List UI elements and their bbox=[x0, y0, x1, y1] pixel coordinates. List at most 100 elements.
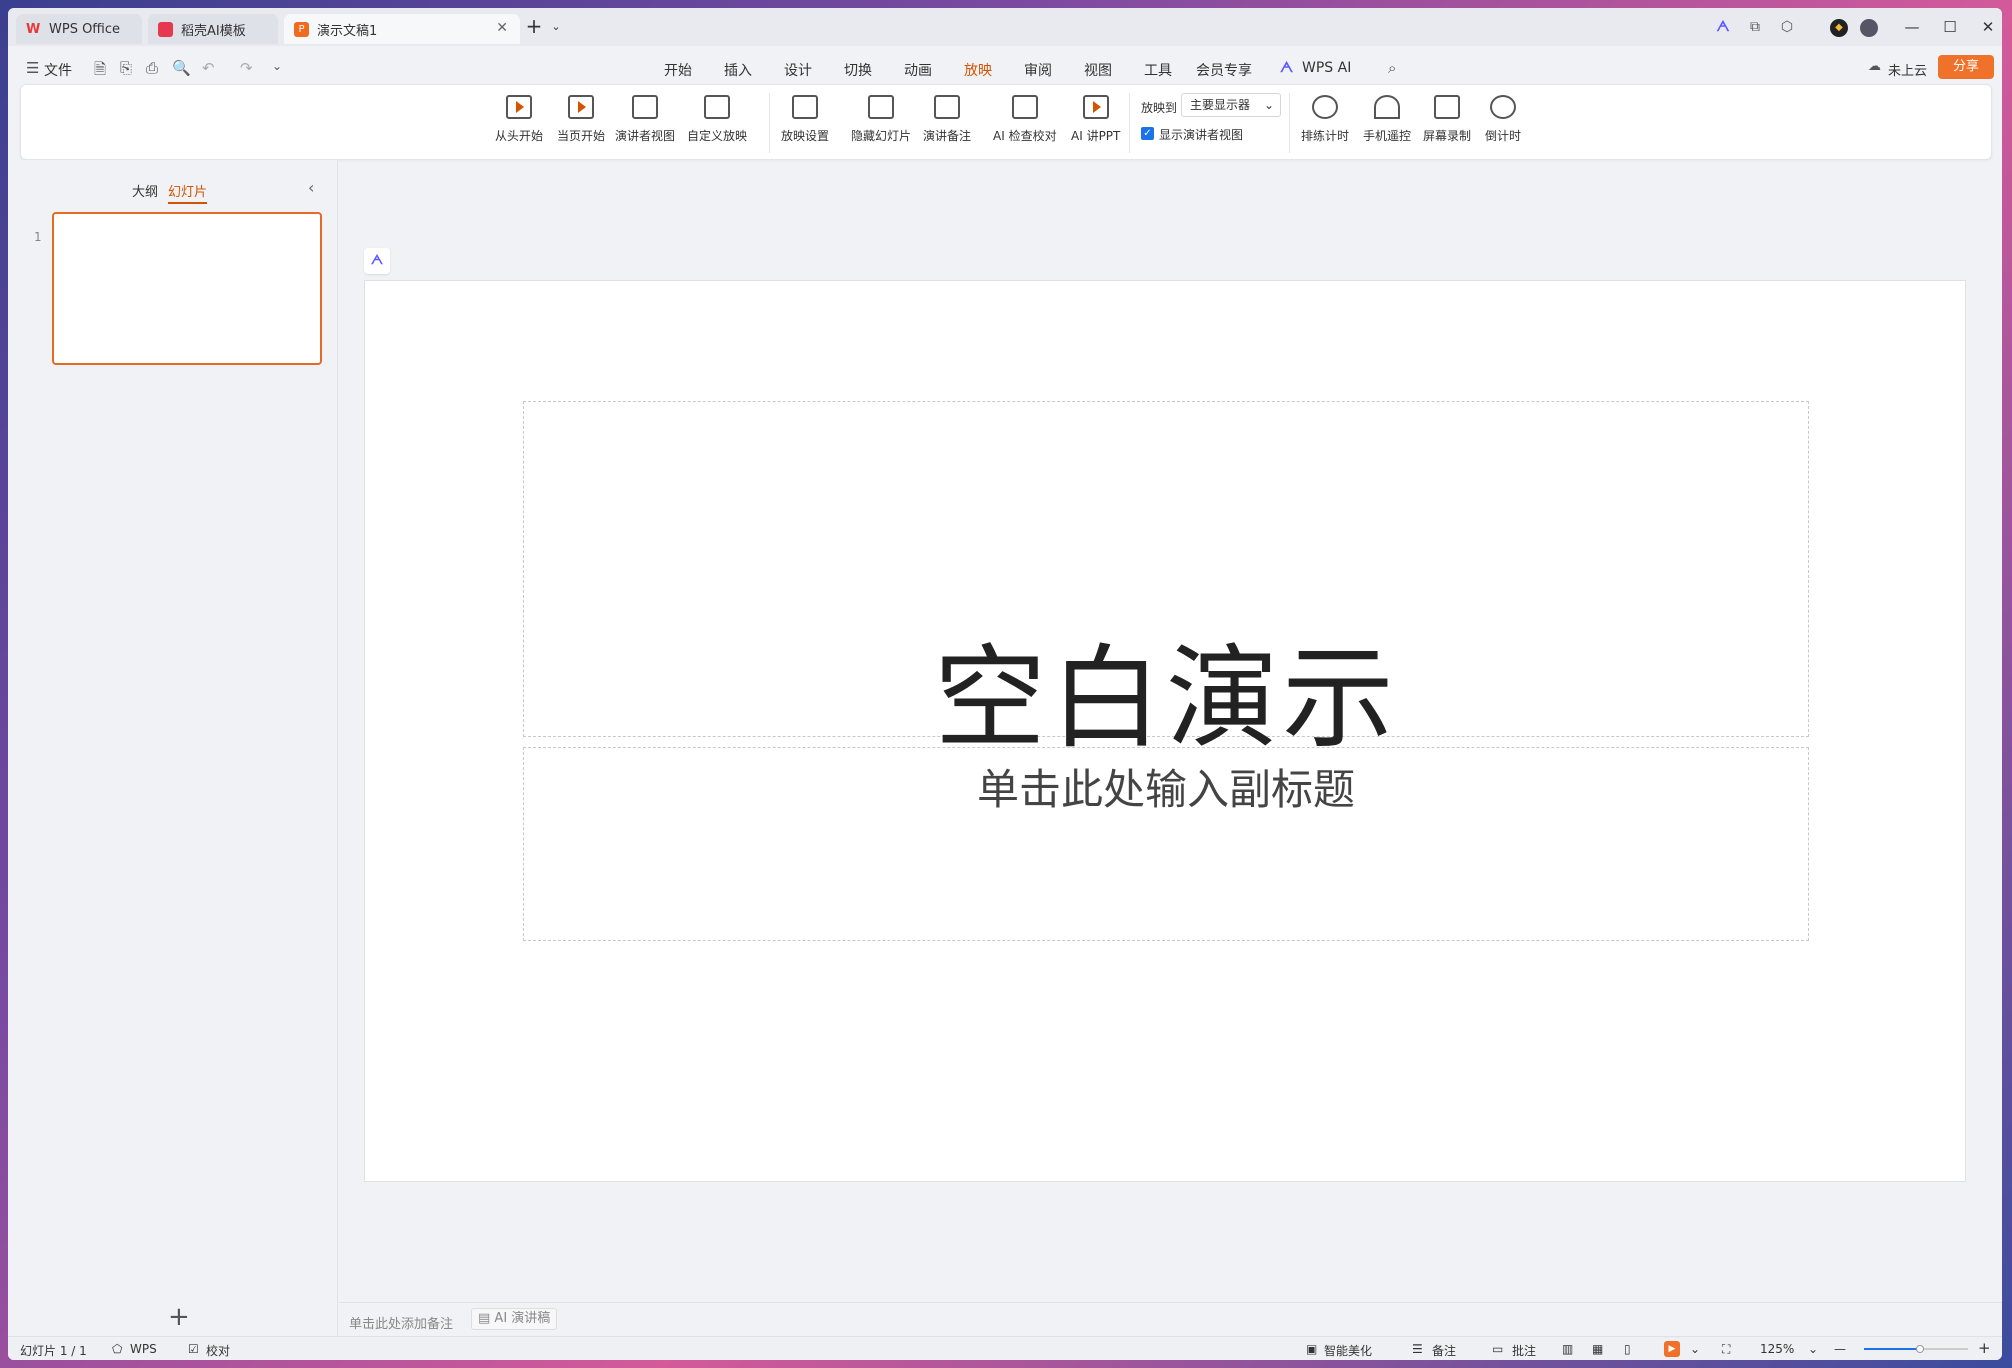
tab-outline[interactable]: 大纲 bbox=[132, 181, 158, 200]
tab-ai-templates[interactable]: 稻壳AI模板 bbox=[148, 14, 278, 44]
zoom-level[interactable]: 125% bbox=[1760, 1342, 1794, 1356]
smart-beautify-button[interactable]: 智能美化 bbox=[1324, 1342, 1372, 1359]
chevron-down-icon[interactable]: ⌄ bbox=[546, 20, 566, 33]
new-tab-icon[interactable]: + bbox=[524, 14, 544, 38]
doc-icon: ▤ bbox=[478, 1311, 495, 1326]
ribbon-label: 演讲备注 bbox=[923, 129, 972, 143]
tab-presentation1[interactable]: P 演示文稿1 ✕ bbox=[284, 14, 520, 44]
settings-icon bbox=[792, 95, 818, 119]
wps-ai-logo-icon: ᗅ bbox=[1280, 60, 1294, 76]
tab-bar: W WPS Office 稻壳AI模板 P 演示文稿1 ✕ + ⌄ ᗅ ⧉ ⬡ … bbox=[8, 8, 2002, 46]
presenter-view-checkbox[interactable]: ✓ bbox=[1141, 127, 1154, 140]
menu-item-animation[interactable]: 动画 bbox=[904, 60, 932, 80]
ai-assistant-icon[interactable]: ᗅ bbox=[364, 248, 390, 274]
menu-item-review[interactable]: 审阅 bbox=[1024, 60, 1052, 80]
beautify-icon: ▣ bbox=[1306, 1342, 1318, 1356]
slide-subtitle: 单击此处输入副标题 bbox=[976, 765, 1355, 814]
phone-remote-button[interactable]: 手机遥控 bbox=[1363, 95, 1411, 144]
share-link-icon[interactable]: ⎘ bbox=[120, 59, 132, 77]
subtitle-placeholder[interactable]: 单击此处输入副标题 bbox=[523, 747, 1809, 941]
maximize-icon[interactable]: ☐ bbox=[1940, 18, 1960, 36]
custom-show-button[interactable]: 自定义放映 bbox=[687, 95, 747, 144]
play-slideshow-icon[interactable]: ▶ bbox=[1664, 1341, 1680, 1357]
start-from-beginning-button[interactable]: 从头开始 bbox=[495, 95, 543, 144]
save-icon[interactable]: 🗎 bbox=[94, 59, 106, 84]
redo-icon[interactable]: ↷ bbox=[240, 59, 253, 77]
slide-title: 空白演示 bbox=[934, 634, 1398, 764]
proof-icon: ☑ bbox=[188, 1342, 199, 1356]
title-placeholder[interactable]: 空白演示 bbox=[523, 401, 1809, 764]
timer-icon bbox=[1312, 95, 1338, 119]
reading-view-icon[interactable]: ▯ bbox=[1624, 1342, 1631, 1356]
sorter-view-icon[interactable]: ▦ bbox=[1592, 1342, 1603, 1356]
chevron-down-icon[interactable]: ⌄ bbox=[1690, 1342, 1700, 1356]
notes-toggle-button[interactable]: 备注 bbox=[1432, 1342, 1456, 1359]
rehearse-timing-button[interactable]: 排练计时 bbox=[1301, 95, 1349, 144]
search-icon[interactable]: ⌕ bbox=[1388, 59, 1396, 77]
ribbon-label: 手机遥控 bbox=[1363, 129, 1412, 143]
ribbon-label: 隐藏幻灯片 bbox=[851, 129, 912, 143]
presenter-view-check-label: 显示演讲者视图 bbox=[1159, 128, 1244, 142]
tab-label: 演示文稿1 bbox=[317, 23, 378, 39]
notes-bar: 单击此处添加备注 ▤ AI 演讲稿 bbox=[339, 1302, 2002, 1336]
slide-canvas[interactable]: 空白演示 单击此处输入副标题 bbox=[364, 280, 1966, 1182]
presenter-view-button[interactable]: 演讲者视图 bbox=[615, 95, 675, 144]
proof-status[interactable]: 校对 bbox=[206, 1342, 230, 1359]
close-tab-icon[interactable]: ✕ bbox=[496, 20, 508, 36]
ribbon-label: AI 检查校对 bbox=[993, 129, 1057, 143]
close-window-icon[interactable]: ✕ bbox=[1978, 18, 1998, 36]
undo-icon[interactable]: ↶ bbox=[202, 59, 215, 77]
chevron-down-icon[interactable]: ⌄ bbox=[1808, 1342, 1818, 1356]
file-menu[interactable]: 文件 bbox=[44, 60, 72, 80]
window-restore-icon[interactable]: ⧉ bbox=[1746, 19, 1764, 37]
display-select[interactable]: 主要显示器 ⌄ bbox=[1181, 93, 1281, 117]
slide-thumbnail[interactable] bbox=[52, 212, 322, 365]
normal-view-icon[interactable]: ▥ bbox=[1562, 1342, 1573, 1356]
ai-present-button[interactable]: AI 讲PPT bbox=[1071, 95, 1120, 144]
zoom-slider-handle[interactable] bbox=[1916, 1345, 1924, 1353]
slideshow-settings-button[interactable]: 放映设置 bbox=[781, 95, 829, 144]
menu-item-view[interactable]: 视图 bbox=[1084, 60, 1112, 80]
ai-script-button[interactable]: ▤ AI 演讲稿 bbox=[471, 1308, 558, 1330]
fit-window-icon[interactable]: ⛶ bbox=[1722, 1342, 1730, 1357]
menu-item-home[interactable]: 开始 bbox=[664, 60, 692, 80]
collapse-panel-icon[interactable]: ‹ bbox=[308, 178, 314, 197]
tab-slides[interactable]: 幻灯片 bbox=[168, 181, 208, 204]
menu-item-wps-ai[interactable]: WPS AI bbox=[1302, 60, 1351, 76]
slide-count: 幻灯片 1 / 1 bbox=[20, 1344, 87, 1358]
cloud-icon: ☁ bbox=[1868, 59, 1881, 74]
comment-button[interactable]: 批注 bbox=[1512, 1342, 1536, 1359]
cloud-status[interactable]: 未上云 bbox=[1888, 60, 1927, 79]
ai-proofread-button[interactable]: AI 检查校对 bbox=[993, 95, 1057, 144]
share-button[interactable]: 分享 bbox=[1938, 55, 1994, 79]
screen-record-button[interactable]: 屏幕录制 bbox=[1423, 95, 1471, 144]
zoom-in-icon[interactable]: + bbox=[1978, 1339, 1991, 1357]
menu-item-transition[interactable]: 切换 bbox=[844, 60, 872, 80]
hide-slide-button[interactable]: 隐藏幻灯片 bbox=[851, 95, 911, 144]
avatar[interactable] bbox=[1860, 19, 1878, 37]
menu-item-slideshow[interactable]: 放映 bbox=[964, 60, 992, 88]
wps-ai-icon[interactable]: ᗅ bbox=[1714, 19, 1732, 37]
menu-item-insert[interactable]: 插入 bbox=[724, 60, 752, 80]
add-slide-icon[interactable]: + bbox=[168, 1302, 190, 1332]
customize-icon[interactable]: ⌄ bbox=[272, 59, 282, 73]
print-icon[interactable]: ⎙ bbox=[146, 59, 158, 77]
zoom-slider[interactable] bbox=[1864, 1345, 1968, 1353]
menu-item-design[interactable]: 设计 bbox=[784, 60, 812, 80]
menu-item-member[interactable]: 会员专享 bbox=[1196, 60, 1252, 80]
badge-icon[interactable]: ◆ bbox=[1830, 19, 1848, 37]
menu-icon[interactable]: ☰ bbox=[26, 59, 39, 77]
wps-logo-icon: W bbox=[26, 21, 41, 37]
ribbon-label: 从头开始 bbox=[495, 129, 544, 143]
wps-status[interactable]: WPS bbox=[130, 1342, 157, 1356]
notes-placeholder[interactable]: 单击此处添加备注 bbox=[349, 1313, 453, 1332]
zoom-out-icon[interactable]: — bbox=[1834, 1342, 1846, 1356]
start-from-current-button[interactable]: 当页开始 bbox=[557, 95, 605, 144]
print-preview-icon[interactable]: 🔍 bbox=[172, 59, 191, 77]
tab-wps-office[interactable]: W WPS Office bbox=[16, 14, 142, 44]
speaker-notes-button[interactable]: 演讲备注 bbox=[923, 95, 971, 144]
cube-icon[interactable]: ⬡ bbox=[1778, 19, 1796, 37]
countdown-button[interactable]: 倒计时 bbox=[1485, 95, 1521, 144]
menu-item-tools[interactable]: 工具 bbox=[1144, 60, 1172, 80]
minimize-icon[interactable]: — bbox=[1902, 18, 1922, 36]
